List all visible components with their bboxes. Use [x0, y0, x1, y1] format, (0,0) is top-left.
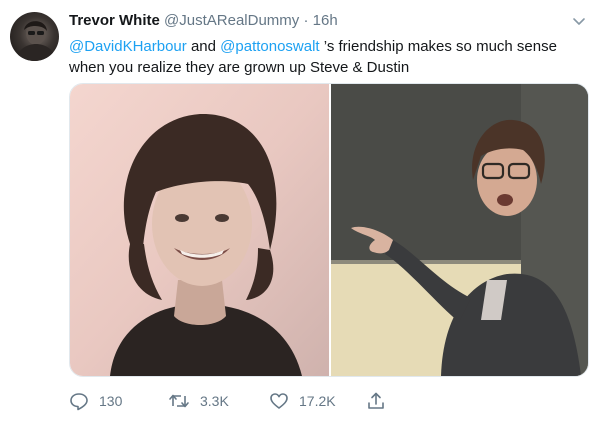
reply-icon: [69, 391, 89, 411]
mention-link-pattonoswalt[interactable]: @pattonoswalt: [220, 38, 319, 55]
photo-young-man-curly-hair[interactable]: [70, 84, 329, 376]
tweet-actions: 130 3.3K 17.2K: [69, 390, 589, 412]
mention-link-davidkharbour[interactable]: @DavidKHarbour: [69, 38, 187, 55]
retweet-count: 3.3K: [200, 393, 229, 409]
chevron-down-icon[interactable]: [571, 13, 587, 29]
tweet-card[interactable]: Trevor White @JustARealDummy · 16h @Davi…: [0, 0, 601, 421]
like-count: 17.2K: [299, 393, 336, 409]
retweet-button[interactable]: 3.3K: [168, 390, 229, 412]
author-display-name[interactable]: Trevor White: [69, 12, 160, 29]
share-button[interactable]: [366, 390, 386, 412]
header-separator: ·: [303, 12, 309, 29]
reply-count: 130: [99, 393, 123, 409]
tweet-text: @DavidKHarbour and @pattonoswalt ’s frie…: [69, 36, 594, 78]
reply-button[interactable]: 130: [69, 390, 122, 412]
heart-icon: [269, 391, 289, 411]
media-grid: [69, 83, 589, 377]
tweet-header: Trevor White @JustARealDummy · 16h: [69, 12, 338, 29]
like-button[interactable]: 17.2K: [269, 390, 336, 412]
author-handle[interactable]: @JustARealDummy: [164, 12, 299, 29]
photo-boy-with-glasses-pointing[interactable]: [331, 84, 588, 376]
share-icon: [366, 391, 386, 411]
tweet-timestamp[interactable]: 16h: [313, 12, 338, 29]
avatar[interactable]: [10, 12, 59, 61]
retweet-icon: [168, 391, 190, 411]
tweet-text-connector: and: [186, 38, 221, 55]
